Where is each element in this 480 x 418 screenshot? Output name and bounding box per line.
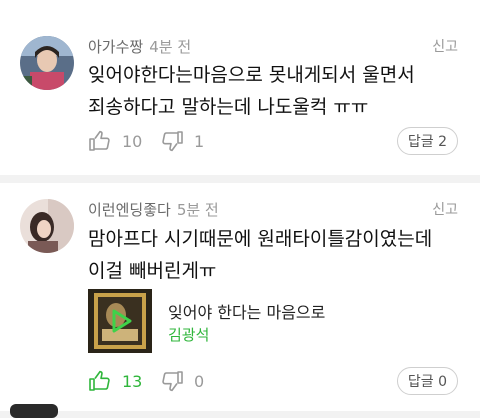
comment-actions: 13 0 답글 0 [88, 367, 458, 395]
music-artist[interactable]: 김광석 [168, 324, 209, 345]
album-cover[interactable] [88, 289, 152, 353]
comment-actions: 10 1 답글 2 [88, 127, 458, 155]
like-button[interactable]: 13 [88, 367, 142, 395]
like-count: 10 [122, 131, 143, 151]
music-attachment[interactable]: 잊어야 한다는 마음으로 김광석 [88, 289, 348, 353]
reply-button[interactable]: 답글 2 [396, 127, 458, 155]
avatar[interactable] [20, 36, 74, 90]
dislike-button[interactable]: 0 [160, 367, 204, 395]
author-name[interactable]: 아가수짱 [88, 38, 143, 56]
dislike-count: 0 [194, 371, 205, 391]
like-count: 13 [122, 371, 143, 391]
comment-line: 이걸 빼버린게ㅠ [88, 260, 217, 282]
comment-line: 맘아프다 시기때문에 원래타이틀감이였는데 [88, 228, 433, 250]
comment-author[interactable]: 아가수짱 4분 전 [88, 36, 191, 57]
thumbs-down-icon [162, 371, 183, 392]
dislike-button[interactable]: 1 [160, 127, 204, 155]
report-button[interactable]: 신고 [432, 199, 458, 219]
music-title[interactable]: 잊어야 한다는 마음으로 [168, 299, 325, 323]
dislike-count: 1 [194, 131, 205, 151]
avatar[interactable] [20, 199, 74, 253]
thumbs-down-icon [162, 131, 183, 152]
comment-line: 잊어야한다는마음으로 못내게되서 울면서 [88, 64, 415, 86]
comment-body: 맘아프다 시기때문에 원래타이틀감이였는데 이걸 빼버린게ㅠ [88, 223, 460, 287]
comment-author[interactable]: 이런엔딩좋다 5분 전 [88, 199, 219, 220]
comment-card: 아가수짱 4분 전 신고 잊어야한다는마음으로 못내게되서 울면서 죄송하다고 말… [0, 0, 480, 175]
comment-card: 이런엔딩좋다 5분 전 신고 맘아프다 시기때문에 원래타이틀감이였는데 이걸 빼… [0, 183, 480, 411]
thumbs-up-icon [89, 370, 110, 391]
bottom-tab-handle[interactable] [10, 404, 58, 418]
report-button[interactable]: 신고 [432, 36, 458, 56]
comment-time: 5분 전 [176, 201, 219, 219]
like-button[interactable]: 10 [88, 127, 142, 155]
comment-body: 잊어야한다는마음으로 못내게되서 울면서 죄송하다고 말하는데 나도울컥 ㅠㅠ [88, 59, 460, 123]
comment-time: 4분 전 [149, 38, 192, 56]
reply-button[interactable]: 답글 0 [396, 367, 458, 395]
thumbs-up-icon [89, 130, 110, 151]
comment-line: 죄송하다고 말하는데 나도울컥 ㅠㅠ [88, 96, 369, 118]
author-name[interactable]: 이런엔딩좋다 [88, 201, 171, 219]
play-icon[interactable] [106, 307, 134, 335]
